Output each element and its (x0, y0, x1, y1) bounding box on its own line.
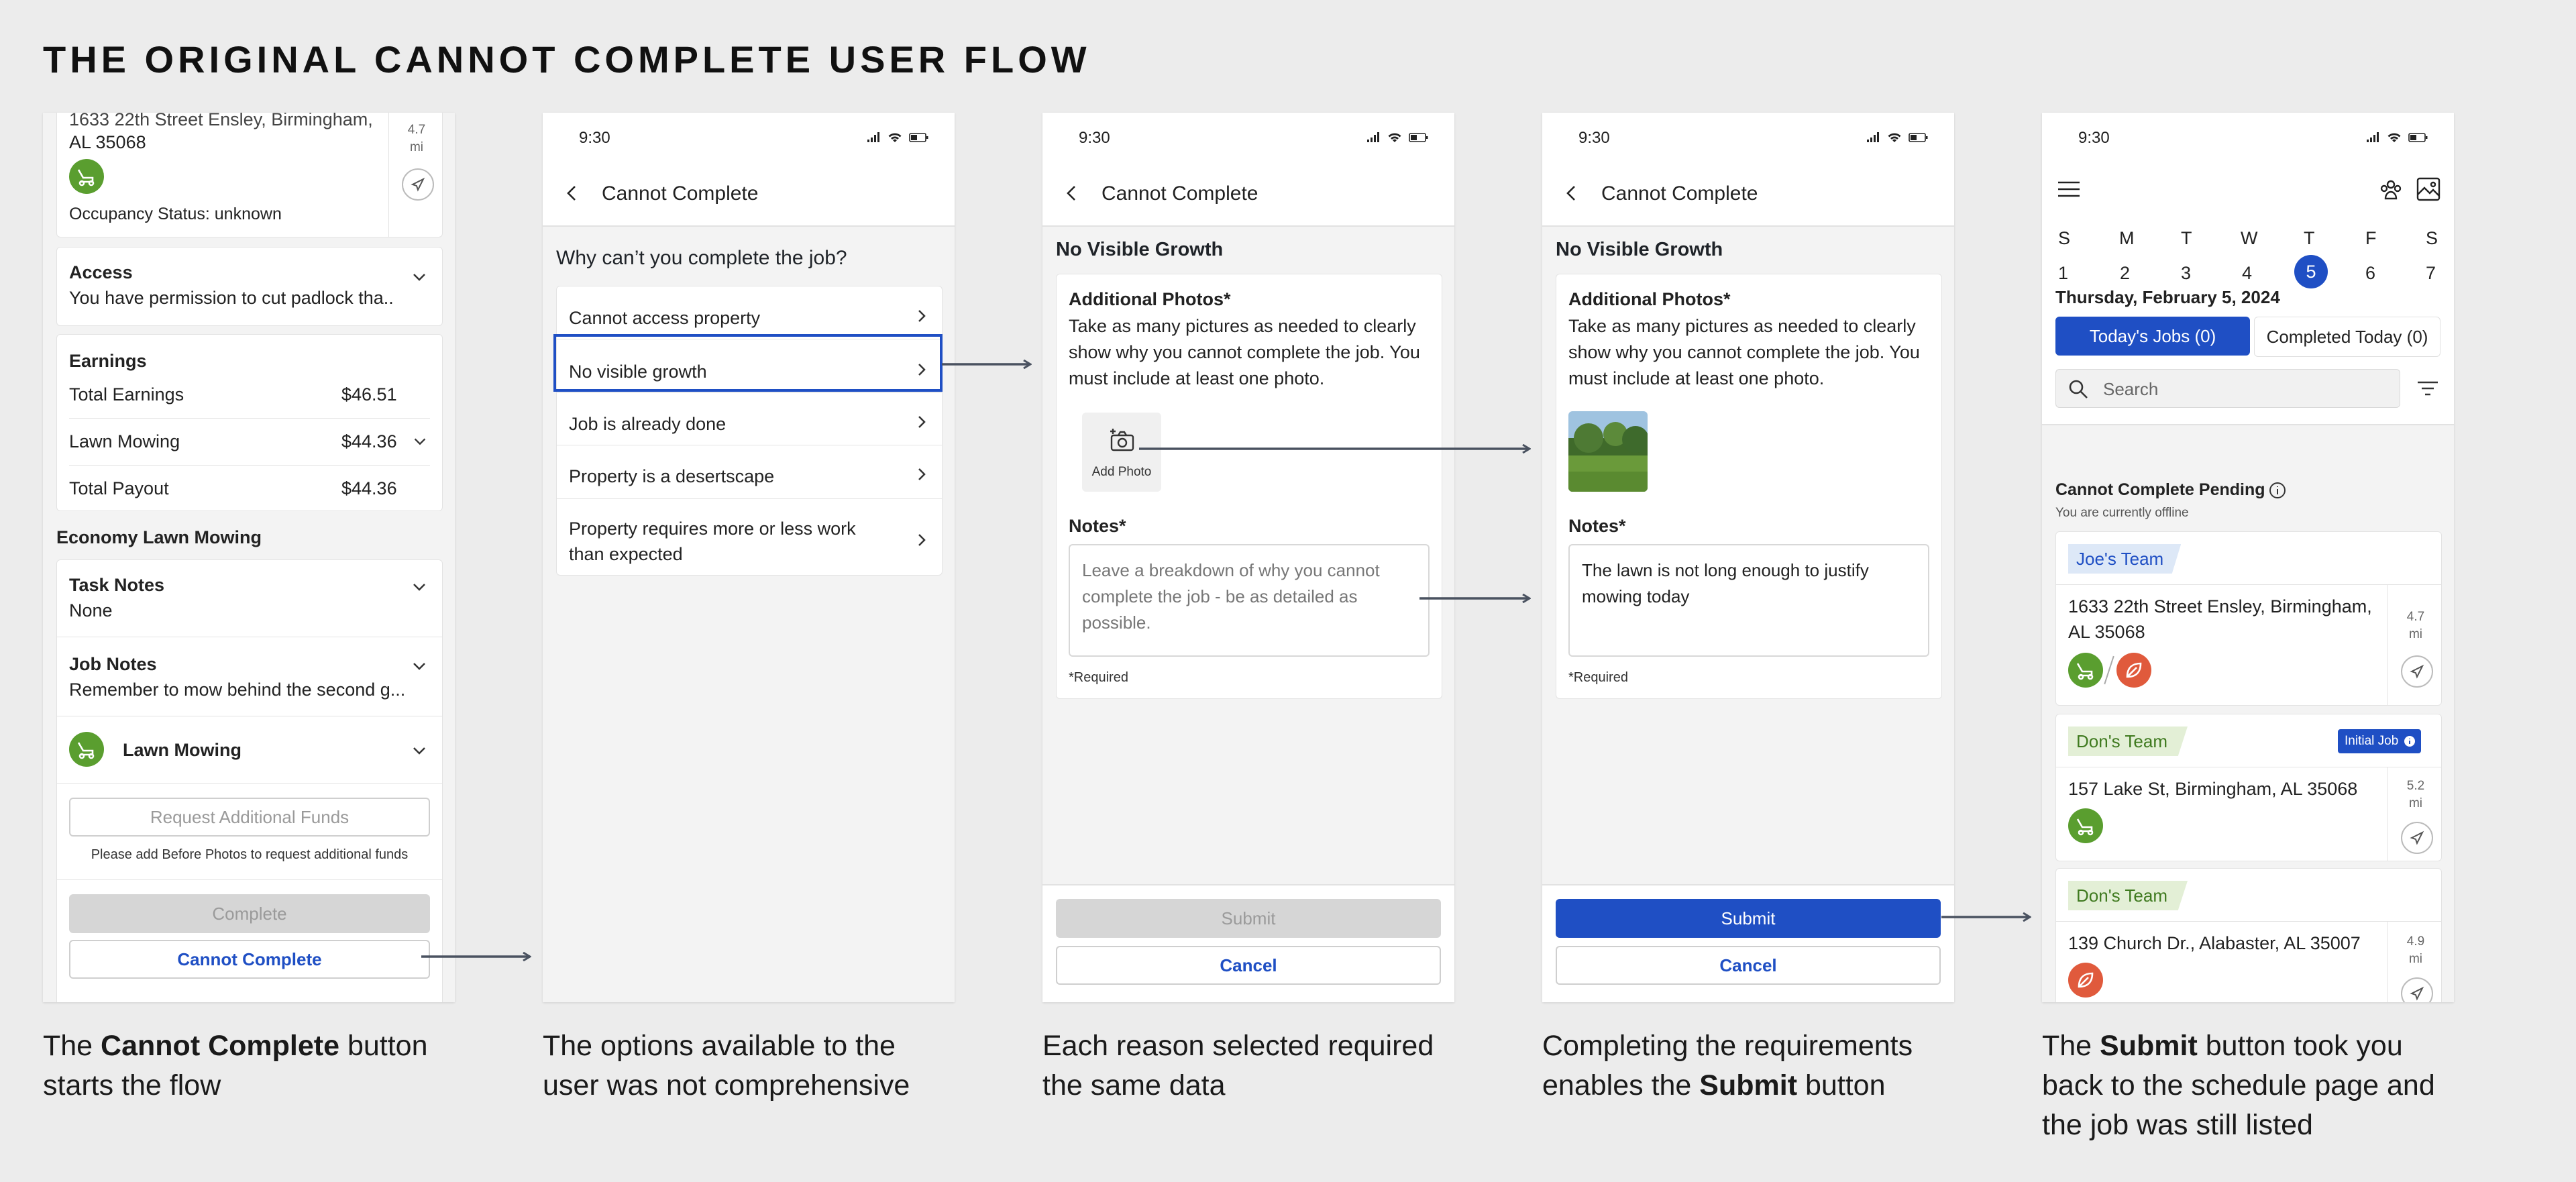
caption-text: button (339, 1030, 428, 1062)
caption-bold: Cannot Complete (101, 1030, 339, 1062)
flow-arrows (421, 0, 2576, 1182)
caption-text: button took you (2197, 1030, 2403, 1062)
caption-text: the same data (1042, 1069, 1226, 1102)
caption-text: Each reason selected required (1042, 1030, 1434, 1062)
caption-4: Completing the requirements enables the … (1542, 1026, 1972, 1106)
caption-text: starts the flow (43, 1069, 221, 1102)
caption-5: The Submit button took you back to the s… (2042, 1026, 2471, 1145)
caption-text: The (43, 1030, 101, 1062)
caption-text: The options available to the (543, 1030, 896, 1062)
caption-text: user was not comprehensive (543, 1069, 910, 1102)
caption-text: The (2042, 1030, 2100, 1062)
caption-text: Completing the requirements (1542, 1030, 1913, 1062)
caption-text: back to the schedule page and (2042, 1069, 2435, 1102)
caption-bold: Submit (2100, 1030, 2198, 1062)
caption-3: Each reason selected required the same d… (1042, 1026, 1472, 1106)
caption-1: The Cannot Complete button starts the fl… (43, 1026, 472, 1106)
caption-text: enables the (1542, 1069, 1700, 1102)
caption-bold: Submit (1699, 1069, 1798, 1102)
caption-text: button (1797, 1069, 1886, 1102)
caption-2: The options available to the user was no… (543, 1026, 972, 1106)
caption-text: the job was still listed (2042, 1109, 2313, 1141)
